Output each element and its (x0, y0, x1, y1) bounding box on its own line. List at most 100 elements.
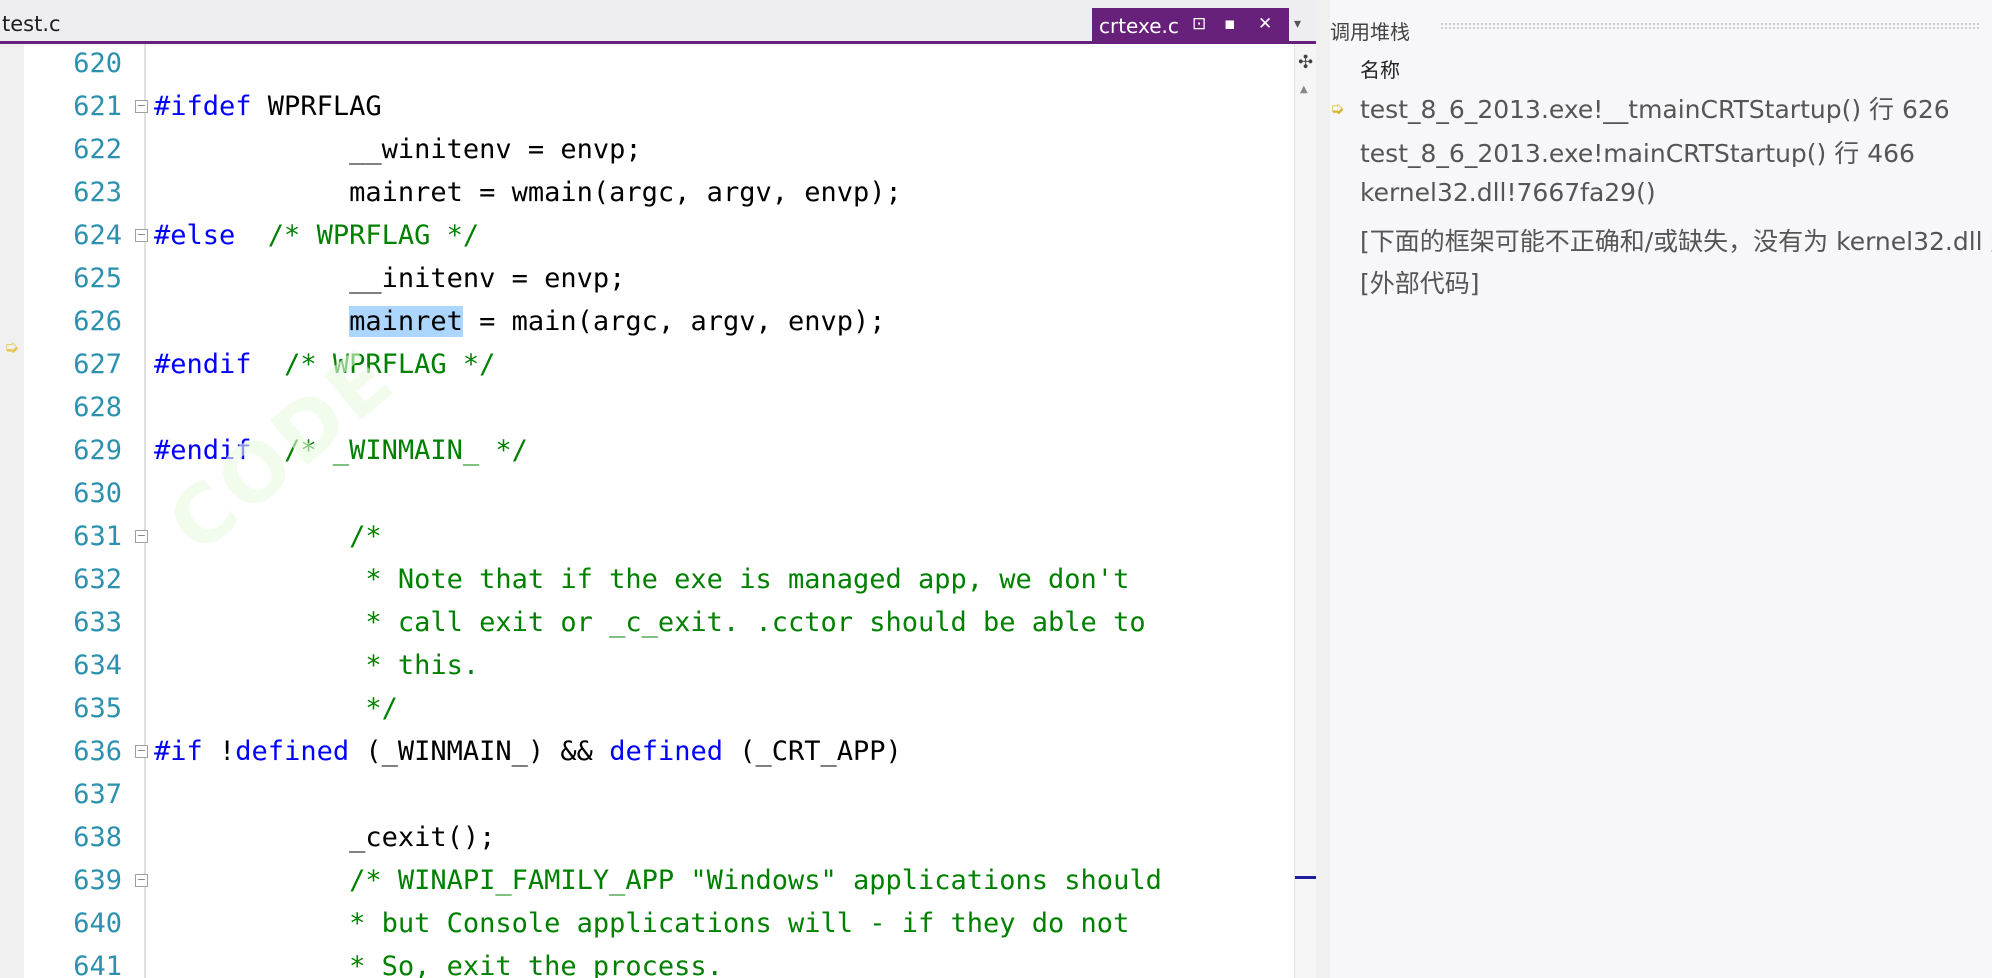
collapse-toggle-icon[interactable]: − (135, 229, 148, 242)
code-token: ! (202, 736, 236, 767)
line-number: 637 (73, 779, 122, 810)
code-line[interactable]: 626 mainret = main(argc, argv, envp); (0, 300, 1294, 343)
code-line[interactable]: 636− #if !defined (_WINMAIN_) && defined … (0, 730, 1294, 773)
line-number: 641 (73, 951, 122, 978)
code-token: * Note that if the exe is managed app, w… (154, 564, 1130, 595)
code-token: (_CRT_APP) (722, 736, 902, 767)
panel-drag-grip[interactable] (1440, 22, 1980, 30)
code-token: defined (609, 736, 723, 767)
call-stack-panel: 调用堆栈 名称 ➭ test_8_6_2013.exe!__tmainCRTSt… (1330, 0, 1992, 978)
code-token: #ifdef (154, 91, 252, 122)
code-line[interactable]: 624− #else /* WPRFLAG */ (0, 214, 1294, 257)
stack-frame-row[interactable]: test_8_6_2013.exe!__tmainCRTStartup() 行 … (1360, 90, 1950, 126)
collapse-toggle-icon[interactable]: − (135, 100, 148, 113)
collapse-toggle-icon[interactable]: − (135, 745, 148, 758)
code-line[interactable]: 639− /* WINAPI_FAMILY_APP "Windows" appl… (0, 859, 1294, 902)
code-line[interactable]: 631− /* (0, 515, 1294, 558)
code-token: /* WPRFLAG */ (267, 220, 480, 251)
code-line[interactable]: 641 * So, exit the process. (0, 945, 1294, 978)
line-number: 632 (73, 564, 122, 595)
code-token: __winitenv = envp; (154, 134, 642, 165)
code-token: /* (349, 521, 382, 552)
code-line[interactable]: 621− #ifdef WPRFLAG (0, 85, 1294, 128)
code-line[interactable]: 627 #endif /* WPRFLAG */ (0, 343, 1294, 386)
current-frame-arrow-icon: ➭ (1330, 99, 1345, 119)
code-text: /* WINAPI_FAMILY_APP "Windows" applicati… (154, 859, 1162, 902)
line-number: 638 (73, 822, 122, 853)
tab-list-dropdown-icon[interactable]: ▾ (1294, 16, 1301, 32)
panel-title: 调用堆栈 (1330, 20, 1410, 44)
code-token: defined (235, 736, 350, 767)
code-text: */ (154, 687, 398, 730)
line-number: 624 (73, 220, 122, 251)
line-number: 639 (73, 865, 122, 896)
code-text: __initenv = envp; (154, 257, 625, 300)
close-icon[interactable]: ✕ (1258, 14, 1272, 34)
code-token: * So, exit the process. (154, 951, 723, 978)
code-token: #else (154, 220, 236, 251)
line-number: 623 (73, 177, 122, 208)
code-text: * So, exit the process. (154, 945, 723, 978)
code-line[interactable]: 637 (0, 773, 1294, 816)
scroll-up-icon[interactable]: ▲ (1300, 84, 1308, 95)
code-line[interactable]: 629 #endif /* _WINMAIN_ */ (0, 429, 1294, 472)
stack-frame-row[interactable]: test_8_6_2013.exe!mainCRTStartup() 行 466 (1360, 134, 1915, 170)
code-token: (_WINMAIN_) && (349, 736, 610, 767)
code-line[interactable]: 640 * but Console applications will - if… (0, 902, 1294, 945)
vertical-scrollbar[interactable]: ✣ ▲ (1294, 44, 1317, 978)
code-token: * but Console applications will - if the… (154, 908, 1130, 939)
code-text: #endif /* WPRFLAG */ (154, 343, 495, 386)
code-text: _cexit(); (154, 816, 495, 859)
line-number: 620 (73, 48, 122, 79)
code-line[interactable]: 620 (0, 42, 1294, 85)
code-editor[interactable]: test.c crtexe.c ⊡ ▪ ✕ ▾ ➭ 620 621− #ifdef … (0, 0, 1316, 978)
code-text: mainret = main(argc, argv, envp); (154, 300, 886, 343)
code-token: = main(argc, argv, envp); (462, 306, 886, 337)
column-header-name[interactable]: 名称 (1360, 54, 1400, 83)
code-line[interactable]: 634 * this. (0, 644, 1294, 687)
keep-icon[interactable]: ▪ (1224, 14, 1236, 34)
line-number: 621 (73, 91, 122, 122)
line-number: 626 (73, 306, 122, 337)
code-line[interactable]: 628 (0, 386, 1294, 429)
code-token: #if (154, 736, 203, 767)
code-line[interactable]: 622 __winitenv = envp; (0, 128, 1294, 171)
split-window-icon[interactable]: ✣ (1298, 52, 1313, 73)
line-number: 625 (73, 263, 122, 294)
tab-test-c[interactable]: test.c (2, 12, 61, 36)
code-text: #if !defined (_WINMAIN_) && defined (_CR… (154, 730, 902, 773)
code-token: WPRFLAG (251, 91, 382, 122)
code-line[interactable]: 625 __initenv = envp; (0, 257, 1294, 300)
code-line[interactable]: 630 (0, 472, 1294, 515)
collapse-toggle-icon[interactable]: − (135, 874, 148, 887)
stack-frame-row[interactable]: kernel32.dll!7667fa29() (1360, 178, 1656, 207)
code-token: * call exit or _c_exit. .cctor should be… (154, 607, 1146, 638)
code-text: * call exit or _c_exit. .cctor should be… (154, 601, 1146, 644)
line-number: 633 (73, 607, 122, 638)
code-text: /* (154, 515, 382, 558)
code-line[interactable]: 632 * Note that if the exe is managed ap… (0, 558, 1294, 601)
selected-token: mainret (349, 306, 463, 337)
stack-frame-row[interactable]: [外部代码] (1360, 264, 1480, 300)
pin-icon[interactable]: ⊡ (1192, 14, 1206, 34)
line-number: 630 (73, 478, 122, 509)
code-line[interactable]: 638 _cexit(); (0, 816, 1294, 859)
line-number: 631 (73, 521, 122, 552)
collapse-toggle-icon[interactable]: − (135, 530, 148, 543)
code-area[interactable]: ➭ 620 621− #ifdef WPRFLAG 622 __winitenv = … (0, 44, 1294, 978)
code-text: * this. (154, 644, 479, 687)
line-number: 628 (73, 392, 122, 423)
stack-frame-row[interactable]: [下面的框架可能不正确和/或缺失，没有为 kernel32.dll 加载符号] (1360, 222, 1992, 258)
code-text: __winitenv = envp; (154, 128, 642, 171)
code-line[interactable]: 635 */ (0, 687, 1294, 730)
code-line[interactable]: 623 mainret = wmain(argc, argv, envp); (0, 171, 1294, 214)
code-token: */ (154, 693, 398, 724)
panel-splitter[interactable] (1316, 0, 1330, 978)
line-number: 635 (73, 693, 122, 724)
tab-crtexe-c[interactable]: crtexe.c ⊡ ▪ ✕ (1092, 8, 1289, 44)
code-line[interactable]: 633 * call exit or _c_exit. .cctor shoul… (0, 601, 1294, 644)
code-token: #endif (154, 349, 252, 380)
